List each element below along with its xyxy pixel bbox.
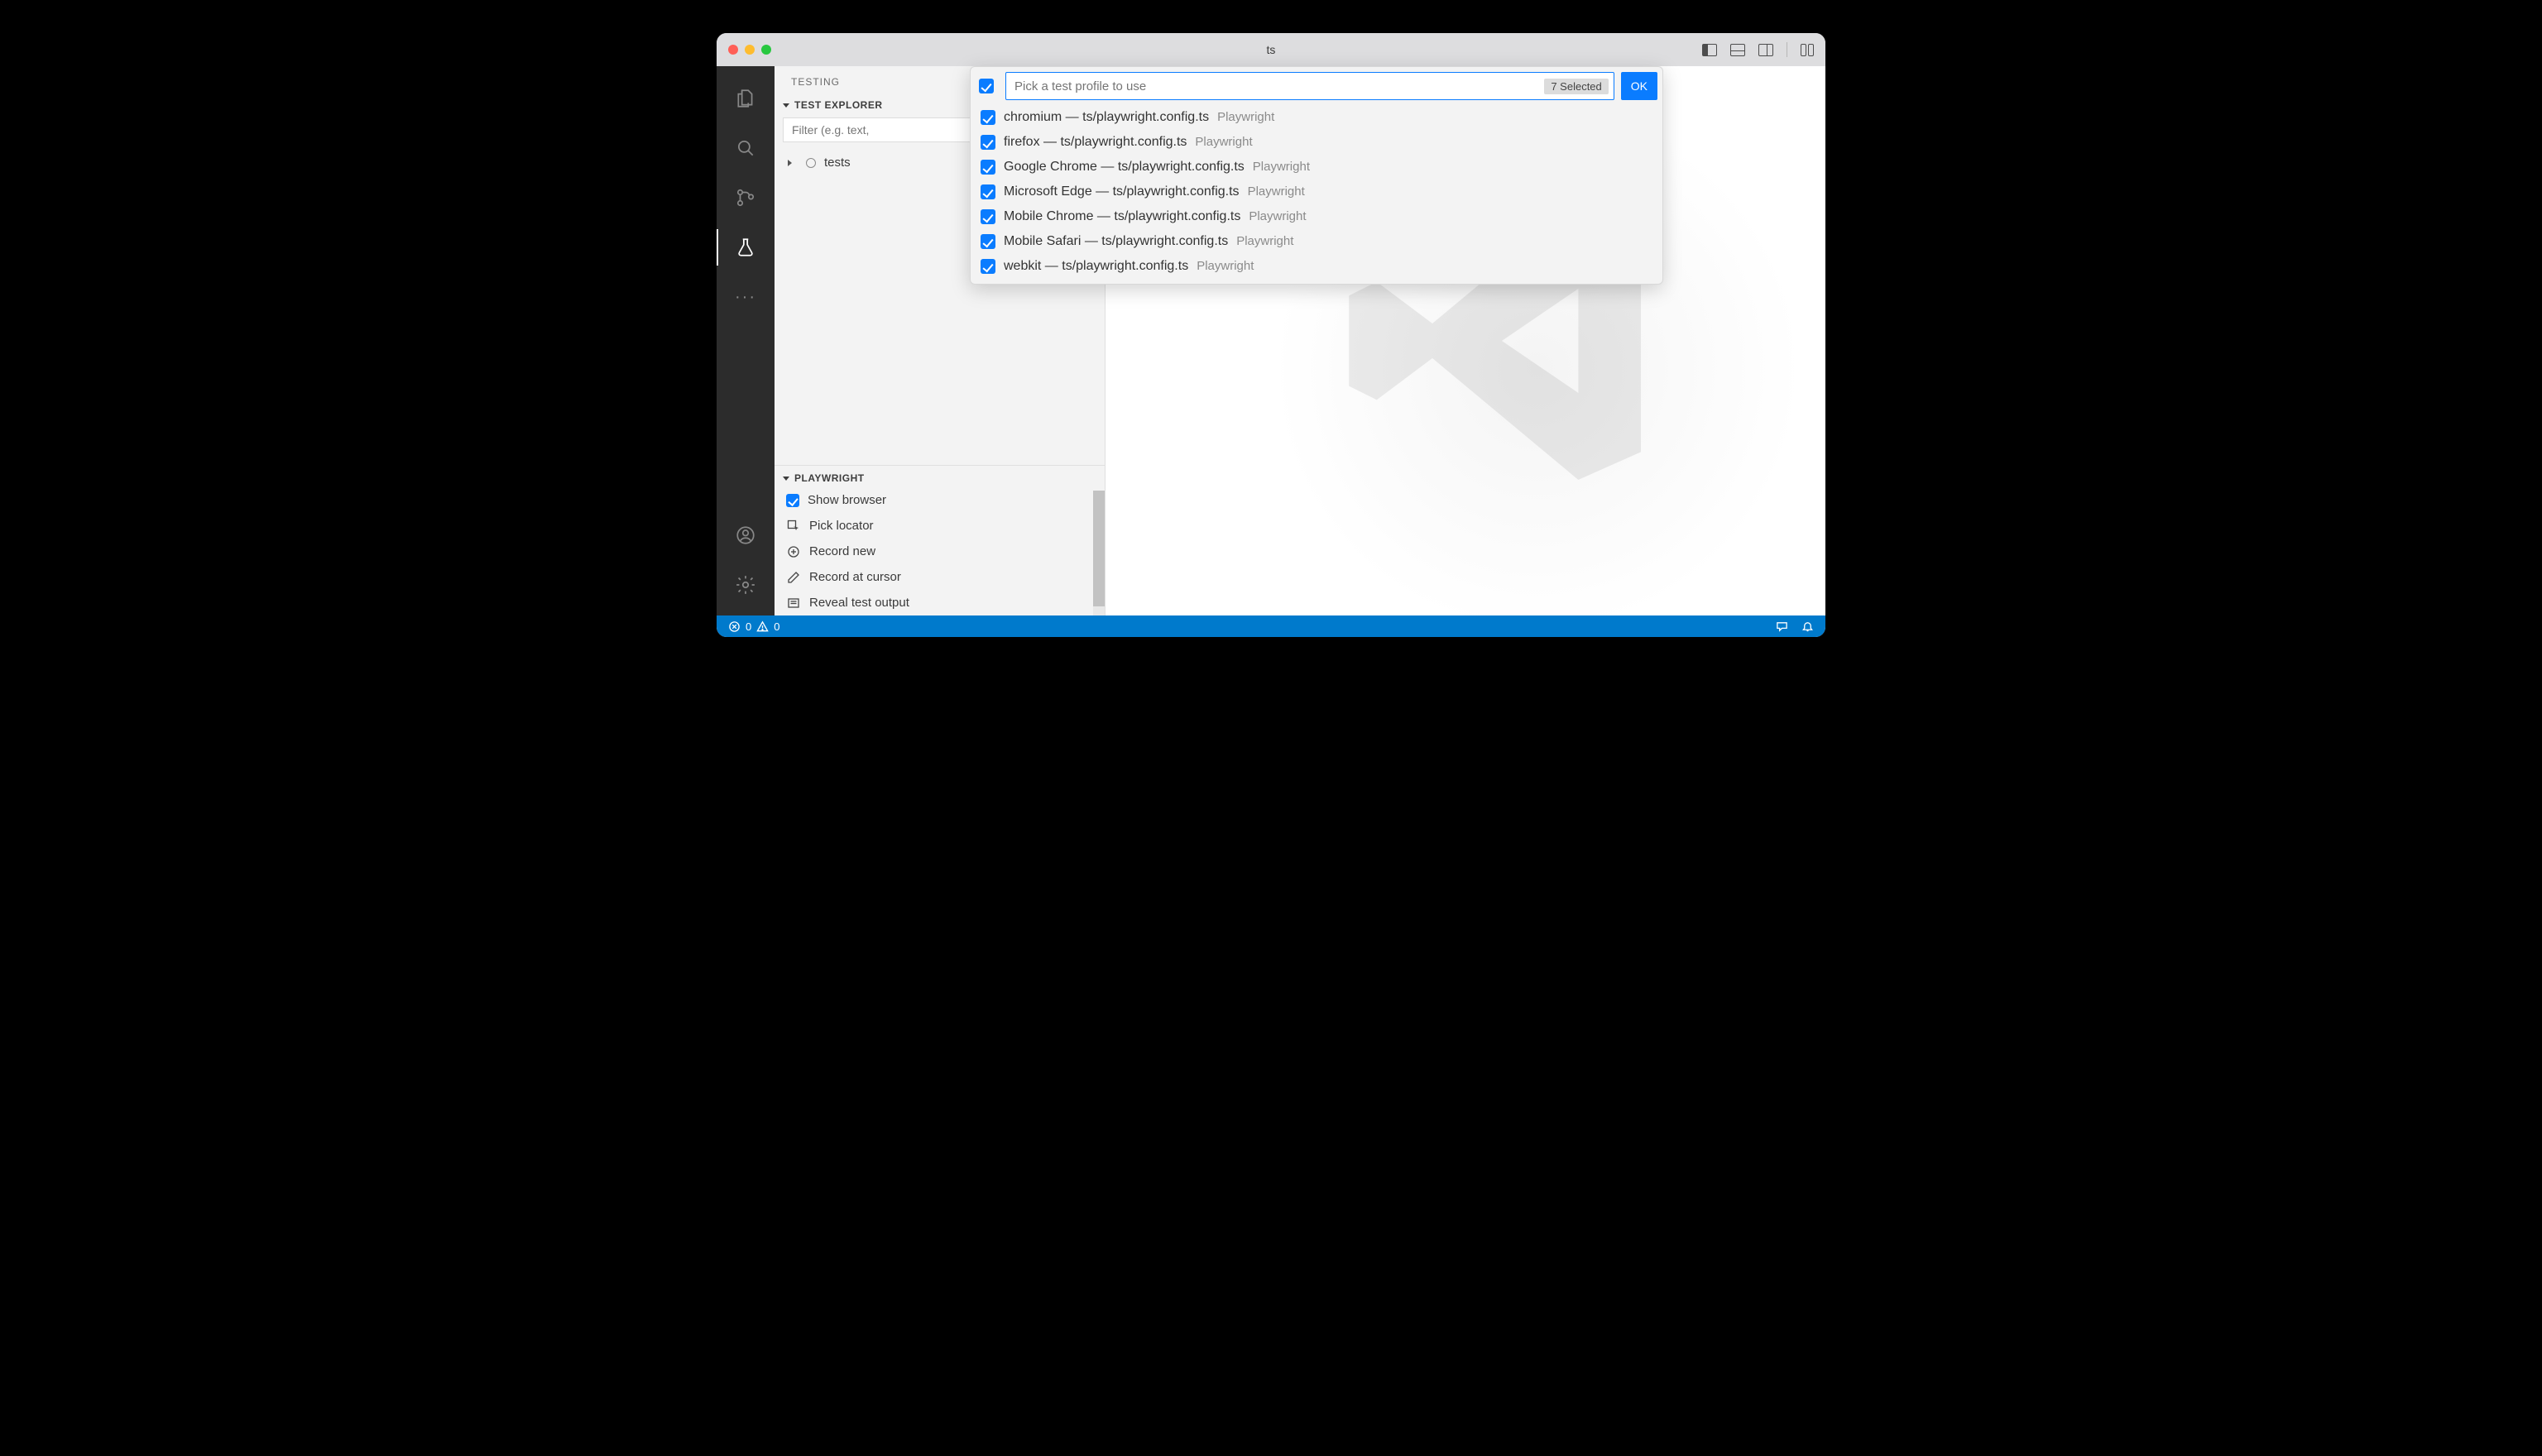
sidebar-scrollbar[interactable] <box>1093 491 1105 615</box>
checkbox-checked-icon[interactable] <box>786 494 799 507</box>
scrollbar-thumb[interactable] <box>1093 491 1105 606</box>
quick-pick-item-description: Playwright <box>1248 184 1305 199</box>
quick-pick-item-label: Google Chrome — ts/playwright.config.ts <box>1004 160 1245 175</box>
playwright-reveal-output[interactable]: Reveal test output <box>775 590 1093 615</box>
title-bar: ts <box>717 33 1825 66</box>
quick-pick-input-wrap: 7 Selected <box>1005 72 1614 100</box>
edit-icon <box>786 571 801 584</box>
search-icon <box>735 137 756 159</box>
account-icon <box>735 524 756 546</box>
quick-pick-item-description: Playwright <box>1249 209 1306 223</box>
quick-pick-item[interactable]: firefox — ts/playwright.config.ts Playwri… <box>976 130 1657 155</box>
activity-settings[interactable] <box>717 563 775 607</box>
ellipsis-icon: ··· <box>735 288 756 307</box>
checkbox-checked-icon[interactable] <box>981 259 995 274</box>
quick-pick-item-description: Playwright <box>1217 110 1274 124</box>
quick-pick: 7 Selected OK chromium — ts/playwright.c… <box>970 66 1663 285</box>
quick-pick-item-label: Microsoft Edge — ts/playwright.config.ts <box>1004 184 1240 199</box>
quick-pick-input[interactable] <box>1014 79 1544 93</box>
quick-pick-item[interactable]: webkit — ts/playwright.config.ts Playwrig… <box>976 254 1657 279</box>
quick-pick-item-label: firefox — ts/playwright.config.ts <box>1004 135 1187 150</box>
bell-icon[interactable] <box>1801 620 1814 633</box>
error-icon <box>728 620 741 633</box>
add-icon <box>786 545 801 558</box>
activity-explorer[interactable] <box>717 76 775 121</box>
files-icon <box>735 88 756 109</box>
quick-pick-item-label: Mobile Chrome — ts/playwright.config.ts <box>1004 209 1240 224</box>
playwright-record-new[interactable]: Record new <box>775 539 1093 564</box>
playwright-item-label: Record new <box>809 544 875 558</box>
playwright-record-at-cursor[interactable]: Record at cursor <box>775 564 1093 590</box>
output-icon <box>786 596 801 610</box>
error-count: 0 <box>746 620 751 633</box>
selected-count-badge: 7 Selected <box>1544 79 1608 94</box>
quick-pick-item-description: Playwright <box>1195 135 1252 149</box>
quick-pick-item-label: chromium — ts/playwright.config.ts <box>1004 110 1209 125</box>
window-controls <box>728 45 771 55</box>
activity-testing[interactable] <box>717 225 775 270</box>
quick-pick-item[interactable]: Mobile Safari — ts/playwright.config.ts P… <box>976 229 1657 254</box>
playwright-section-label: PLAYWRIGHT <box>794 472 865 484</box>
customize-layout-icon[interactable] <box>1801 44 1814 56</box>
checkbox-checked-icon[interactable] <box>981 184 995 199</box>
vscode-window: ts ··· <box>717 33 1825 637</box>
inspect-icon <box>786 520 801 533</box>
playwright-section-header[interactable]: PLAYWRIGHT <box>775 466 1105 487</box>
playwright-show-browser[interactable]: Show browser <box>775 487 1093 513</box>
title-bar-layout-controls <box>1702 42 1814 57</box>
close-window-button[interactable] <box>728 45 738 55</box>
tree-item-label: tests <box>824 156 851 170</box>
test-explorer-label: TEST EXPLORER <box>794 99 883 111</box>
checkbox-checked-icon[interactable] <box>981 209 995 224</box>
beaker-icon <box>735 237 756 258</box>
quick-pick-item[interactable]: Google Chrome — ts/playwright.config.ts P… <box>976 155 1657 180</box>
chevron-down-icon <box>783 103 789 108</box>
warning-icon <box>756 620 769 633</box>
quick-pick-item[interactable]: chromium — ts/playwright.config.ts Playwr… <box>976 105 1657 130</box>
window-title: ts <box>717 43 1825 56</box>
quick-pick-list: chromium — ts/playwright.config.ts Playwr… <box>976 105 1657 279</box>
chevron-right-icon <box>788 156 798 170</box>
activity-more[interactable]: ··· <box>717 275 775 319</box>
ok-button[interactable]: OK <box>1621 72 1657 100</box>
playwright-pick-locator[interactable]: Pick locator <box>775 513 1093 539</box>
checkbox-checked-icon[interactable] <box>981 135 995 150</box>
toggle-primary-sidebar-icon[interactable] <box>1702 44 1717 56</box>
quick-pick-item-description: Playwright <box>1253 160 1310 174</box>
activity-search[interactable] <box>717 126 775 170</box>
quick-pick-item-description: Playwright <box>1236 234 1293 248</box>
zoom-window-button[interactable] <box>761 45 771 55</box>
checkbox-checked-icon[interactable] <box>981 110 995 125</box>
chevron-down-icon <box>783 477 789 481</box>
minimize-window-button[interactable] <box>745 45 755 55</box>
status-problems[interactable]: 0 0 <box>728 620 779 633</box>
playwright-item-label: Pick locator <box>809 519 874 533</box>
source-control-icon <box>735 187 756 208</box>
select-all-checkbox[interactable] <box>979 79 994 93</box>
playwright-item-label: Show browser <box>808 493 886 507</box>
quick-pick-item-label: Mobile Safari — ts/playwright.config.ts <box>1004 234 1228 249</box>
status-bar: 0 0 <box>717 615 1825 637</box>
gear-icon <box>735 574 756 596</box>
activity-source-control[interactable] <box>717 175 775 220</box>
playwright-item-label: Reveal test output <box>809 596 909 610</box>
playwright-section: PLAYWRIGHT Show browser Pick locator <box>775 465 1105 615</box>
toggle-panel-icon[interactable] <box>1730 44 1745 56</box>
toggle-secondary-sidebar-icon[interactable] <box>1758 44 1773 56</box>
feedback-icon[interactable] <box>1776 620 1788 633</box>
warning-count: 0 <box>774 620 779 633</box>
quick-pick-item[interactable]: Microsoft Edge — ts/playwright.config.ts… <box>976 180 1657 204</box>
test-state-unset-icon <box>806 158 816 168</box>
playwright-item-label: Record at cursor <box>809 570 901 584</box>
checkbox-checked-icon[interactable] <box>981 234 995 249</box>
activity-bar: ··· <box>717 66 775 615</box>
checkbox-checked-icon[interactable] <box>981 160 995 175</box>
quick-pick-item-description: Playwright <box>1197 259 1254 273</box>
quick-pick-item[interactable]: Mobile Chrome — ts/playwright.config.ts P… <box>976 204 1657 229</box>
activity-accounts[interactable] <box>717 513 775 558</box>
quick-pick-item-label: webkit — ts/playwright.config.ts <box>1004 259 1188 274</box>
